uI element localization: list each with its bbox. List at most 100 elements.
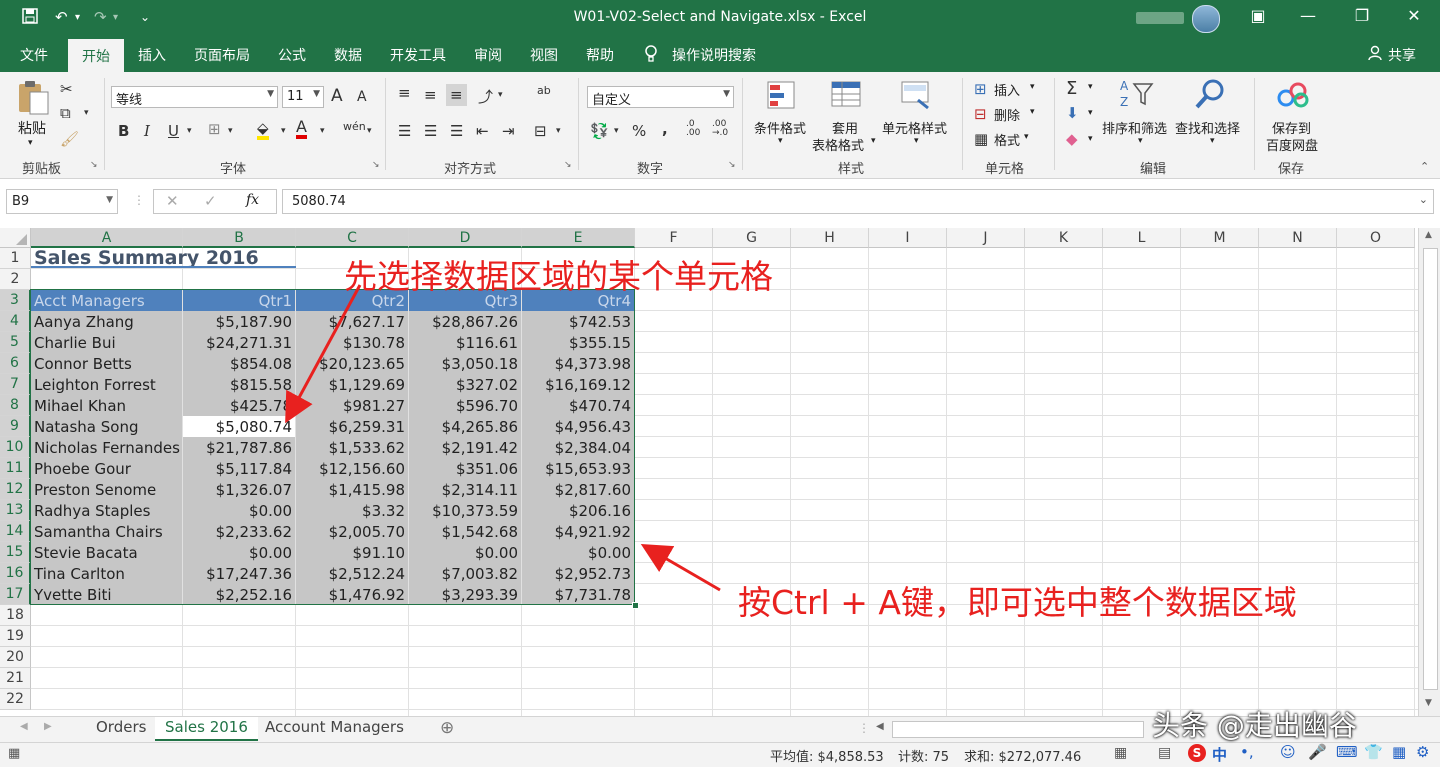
sort-filter-button[interactable]: 排序和筛选: [1102, 118, 1167, 137]
new-sheet-icon[interactable]: ⊕: [440, 718, 454, 738]
clear-icon[interactable]: ◆: [1066, 130, 1078, 148]
tab-insert[interactable]: 插入: [138, 45, 166, 65]
ime-emoji-icon[interactable]: ☺: [1280, 743, 1296, 761]
column-header[interactable]: G: [713, 228, 791, 248]
cut-icon[interactable]: ✂: [60, 80, 73, 98]
percent-icon[interactable]: %: [632, 122, 646, 140]
fill-dropdown-icon[interactable]: ▾: [1088, 108, 1093, 118]
autosum-icon[interactable]: Σ: [1066, 78, 1077, 99]
cell-styles-dropdown-icon[interactable]: ▾: [914, 136, 919, 146]
merge-dropdown-icon[interactable]: ▾: [556, 126, 561, 136]
column-header[interactable]: C: [296, 228, 409, 248]
tab-home[interactable]: 开始: [68, 39, 124, 72]
restore-icon[interactable]: ❐: [1342, 6, 1382, 25]
expand-formula-bar-icon[interactable]: ⌄: [1419, 193, 1428, 206]
column-header[interactable]: B: [183, 228, 296, 248]
column-header[interactable]: A: [31, 228, 183, 248]
column-header[interactable]: M: [1181, 228, 1259, 248]
delete-cells-icon[interactable]: ⊟: [974, 105, 987, 123]
sheet-tab-sales-2016[interactable]: Sales 2016: [155, 717, 258, 741]
ribbon-display-options-icon[interactable]: ▣: [1238, 6, 1278, 25]
row-header[interactable]: 22: [0, 689, 31, 710]
font-color-icon[interactable]: A: [296, 119, 307, 139]
font-name-combo[interactable]: 等线 ▼: [111, 86, 278, 108]
column-header[interactable]: H: [791, 228, 869, 248]
tab-review[interactable]: 审阅: [474, 45, 502, 65]
macro-record-icon[interactable]: ▦: [8, 746, 20, 761]
font-size-combo[interactable]: 11 ▼: [282, 86, 324, 108]
scroll-sheets-left-icon[interactable]: ◀: [20, 721, 28, 732]
conditional-formatting-button[interactable]: 条件格式: [754, 118, 806, 137]
tab-data[interactable]: 数据: [334, 45, 362, 65]
avatar[interactable]: [1192, 5, 1220, 33]
row-header[interactable]: 16: [0, 563, 31, 584]
cancel-icon[interactable]: ✕: [166, 192, 179, 210]
format-cells-icon[interactable]: ▦: [974, 130, 988, 148]
column-header[interactable]: D: [409, 228, 522, 248]
share-button[interactable]: 共享: [1388, 45, 1416, 65]
align-right-icon[interactable]: ☰: [450, 122, 463, 140]
row-header[interactable]: 18: [0, 605, 31, 626]
worksheet-grid[interactable]: ABCDEFGHIJKLMNO 1 2 3 4 5 6 7 8 9 10 11 12 13 14 15 16 1…: [0, 228, 1418, 716]
borders-dropdown-icon[interactable]: ▾: [228, 126, 233, 136]
ime-keyboard-icon[interactable]: ⌨: [1336, 743, 1358, 761]
find-select-button[interactable]: 查找和选择: [1175, 118, 1240, 137]
phonetic-dropdown-icon[interactable]: ▾: [367, 126, 372, 136]
format-as-table-icon[interactable]: [830, 80, 861, 110]
sheet-tab-account-managers[interactable]: Account Managers: [255, 717, 414, 741]
hscroll-left-icon[interactable]: ◀: [876, 721, 884, 732]
row-header[interactable]: 11: [0, 458, 31, 479]
paste-dropdown-icon[interactable]: ▾: [28, 138, 33, 148]
column-header[interactable]: L: [1103, 228, 1181, 248]
row-header[interactable]: 5: [0, 332, 31, 353]
find-select-dropdown-icon[interactable]: ▾: [1210, 136, 1215, 146]
ime-voice-icon[interactable]: 🎤: [1308, 743, 1327, 761]
delete-cells-button[interactable]: 删除: [994, 105, 1020, 124]
column-header[interactable]: N: [1259, 228, 1337, 248]
row-header[interactable]: 8: [0, 395, 31, 416]
format-cells-button[interactable]: 格式: [994, 130, 1020, 149]
shrink-font-icon[interactable]: A: [357, 89, 367, 105]
fill-color-dropdown-icon[interactable]: ▾: [281, 126, 286, 136]
column-header[interactable]: K: [1025, 228, 1103, 248]
align-bottom-icon[interactable]: ≡: [446, 84, 467, 106]
tab-view[interactable]: 视图: [530, 45, 558, 65]
column-header[interactable]: J: [947, 228, 1025, 248]
horizontal-scroll-thumb[interactable]: [892, 721, 1144, 738]
close-icon[interactable]: ✕: [1394, 6, 1434, 25]
merge-center-icon[interactable]: ⊟: [534, 122, 547, 140]
conditional-formatting-icon[interactable]: [766, 80, 796, 110]
accounting-dropdown-icon[interactable]: ▾: [614, 126, 619, 136]
row-header[interactable]: 13: [0, 500, 31, 521]
row-header[interactable]: 19: [0, 626, 31, 647]
row-header[interactable]: 2: [0, 269, 31, 290]
row-header[interactable]: 4: [0, 311, 31, 332]
find-select-icon[interactable]: [1194, 78, 1224, 109]
tab-file[interactable]: 文件: [20, 45, 48, 65]
autosum-dropdown-icon[interactable]: ▾: [1088, 82, 1093, 92]
minimize-icon[interactable]: —: [1288, 6, 1328, 25]
paste-button[interactable]: 粘贴: [18, 118, 46, 138]
insert-cells-icon[interactable]: ⊞: [974, 80, 987, 98]
accounting-format-icon[interactable]: 💱: [590, 122, 609, 140]
ime-punctuation-icon[interactable]: •,: [1240, 743, 1254, 761]
alignment-launcher-icon[interactable]: ↘: [564, 160, 572, 170]
row-header[interactable]: 3: [0, 290, 31, 311]
increase-decimal-icon[interactable]: .0.00: [686, 120, 700, 138]
tab-developer[interactable]: 开发工具: [390, 45, 446, 65]
underline-dropdown-icon[interactable]: ▾: [187, 126, 192, 136]
paste-icon[interactable]: [16, 80, 49, 115]
row-header[interactable]: 15: [0, 542, 31, 563]
sort-filter-icon[interactable]: AZ: [1120, 78, 1154, 109]
column-header[interactable]: O: [1337, 228, 1415, 248]
align-top-icon[interactable]: ≡: [398, 84, 411, 102]
borders-icon[interactable]: ⊞: [208, 120, 221, 138]
fill-color-icon[interactable]: ⬙: [257, 120, 269, 140]
formula-input[interactable]: 5080.74 ⌄: [282, 189, 1434, 214]
ime-toolbox-icon[interactable]: ▦: [1392, 743, 1406, 761]
ime-settings-icon[interactable]: ⚙: [1416, 743, 1429, 761]
align-left-icon[interactable]: ☰: [398, 122, 411, 140]
row-header[interactable]: 6: [0, 353, 31, 374]
orientation-icon[interactable]: ⤴: [478, 86, 493, 107]
number-launcher-icon[interactable]: ↘: [728, 160, 736, 170]
